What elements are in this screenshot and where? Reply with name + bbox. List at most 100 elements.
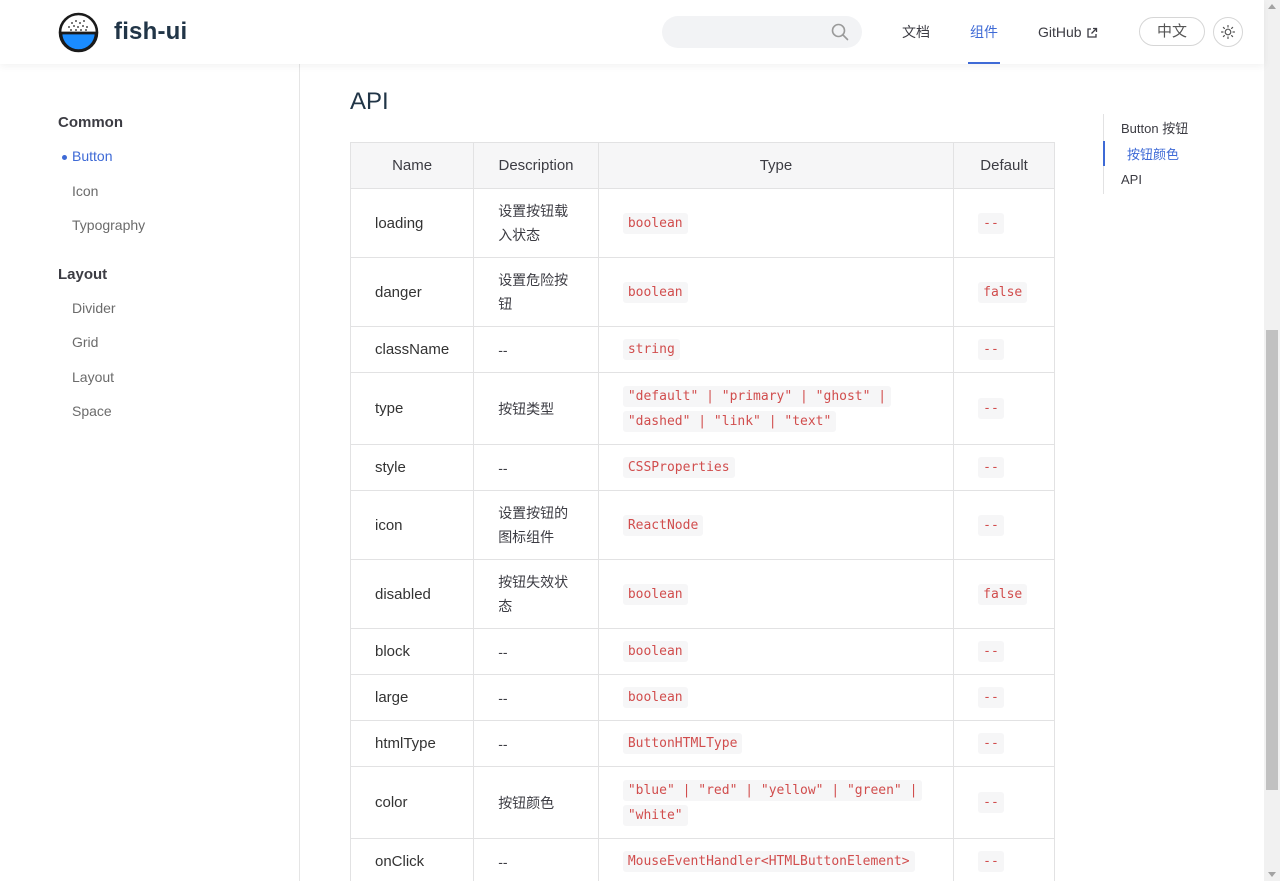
external-link-icon [1086, 27, 1097, 38]
table-row: block -- boolean -- [349, 628, 1055, 675]
sidebar-item-typography[interactable]: Typography [72, 217, 145, 233]
prop-type-cell: boolean [597, 188, 955, 258]
prop-type-code: boolean [622, 583, 688, 605]
prop-name-cell: block [349, 628, 475, 675]
sidebar-item-space[interactable]: Space [72, 403, 112, 419]
prop-default-cell: -- [953, 838, 1055, 881]
table-row: color 按钮颜色 "blue" | "red" | "yellow" | "gr… [349, 766, 1055, 839]
prop-default-code: -- [978, 851, 1004, 872]
prop-description-cell: -- [473, 628, 599, 675]
prop-name-cell: icon [349, 490, 475, 560]
prop-name-cell: className [349, 326, 475, 373]
prop-default-code: -- [978, 641, 1004, 662]
prop-description-cell: -- [473, 838, 599, 881]
prop-name-cell: htmlType [349, 720, 475, 767]
prop-description-cell: -- [473, 326, 599, 373]
scroll-down-arrow-icon[interactable] [1268, 872, 1276, 877]
sidebar-item-layout[interactable]: Layout [72, 369, 114, 385]
search-box[interactable] [662, 16, 862, 48]
sidebar-item-grid[interactable]: Grid [72, 334, 98, 350]
prop-type-cell: MouseEventHandler<HTMLButtonElement> [597, 838, 955, 881]
prop-description-cell: -- [473, 720, 599, 767]
prop-type-cell: "blue" | "red" | "yellow" | "green" | "w… [597, 766, 955, 839]
prop-default-cell: -- [953, 372, 1055, 445]
search-icon[interactable] [831, 23, 849, 41]
table-header-row: Name Description Type Default [349, 142, 1055, 189]
sidebar-item-icon[interactable]: Icon [72, 183, 98, 199]
sidebar: Common Button Icon Typography Layout Div… [0, 64, 300, 881]
prop-type-cell: ReactNode [597, 490, 955, 560]
theme-toggle-button[interactable] [1213, 17, 1243, 47]
prop-type-code: string [622, 339, 680, 360]
column-header-description: Description [473, 142, 599, 189]
prop-default-code: -- [978, 792, 1004, 813]
sidebar-group-layout: Layout [58, 266, 108, 283]
prop-default-code: -- [978, 457, 1004, 478]
scrollbar-thumb[interactable] [1266, 330, 1278, 790]
prop-type-code: boolean [622, 687, 688, 708]
prop-description-cell: 按钮颜色 [473, 766, 599, 839]
prop-description-cell: 设置危险按钮 [473, 257, 599, 327]
sidebar-item-divider[interactable]: Divider [72, 300, 116, 316]
prop-type-cell: boolean [597, 674, 955, 721]
prop-default-cell: false [953, 257, 1055, 327]
prop-type-code: boolean [622, 212, 688, 234]
prop-type-code: ButtonHTMLType [622, 733, 743, 754]
prop-description-cell: 设置按钮载入状态 [473, 188, 599, 258]
prop-name-cell: loading [349, 188, 475, 258]
prop-type-code: "default" | "primary" | "ghost" | "dashe… [622, 385, 892, 432]
table-row: htmlType -- ButtonHTMLType -- [349, 720, 1055, 767]
column-header-name: Name [349, 142, 475, 189]
outline-item-button[interactable]: Button 按钮 [1121, 118, 1188, 137]
sidebar-item-button[interactable]: Button [61, 148, 112, 164]
prop-default-cell: -- [953, 766, 1055, 839]
prop-description-cell: 按钮类型 [473, 372, 599, 445]
nav-github[interactable]: GitHub [1038, 0, 1098, 64]
outline-item-api[interactable]: API [1121, 172, 1142, 187]
prop-type-code: MouseEventHandler<HTMLButtonElement> [622, 851, 915, 872]
prop-type-cell: "default" | "primary" | "ghost" | "dashe… [597, 372, 955, 445]
prop-name-cell: large [349, 674, 475, 721]
prop-default-cell: false [953, 559, 1055, 629]
prop-type-cell: string [597, 326, 955, 373]
outline-item-button-color[interactable]: 按钮颜色 [1127, 144, 1179, 163]
fish-ui-logo-icon[interactable] [58, 12, 99, 53]
prop-default-cell: -- [953, 188, 1055, 258]
language-switch-button[interactable]: 中文 [1139, 17, 1205, 46]
prop-name-cell: type [349, 372, 475, 445]
prop-description-cell: -- [473, 674, 599, 721]
prop-default-cell: -- [953, 444, 1055, 491]
prop-description-cell: 按钮失效状态 [473, 559, 599, 629]
prop-default-code: false [978, 281, 1028, 303]
vertical-scrollbar[interactable] [1264, 0, 1280, 881]
table-row: style -- CSSProperties -- [349, 444, 1055, 491]
prop-type-code: CSSProperties [622, 457, 735, 478]
column-header-default: Default [953, 142, 1055, 189]
scroll-up-arrow-icon[interactable] [1268, 4, 1276, 9]
table-row: disabled 按钮失效状态 boolean false [349, 559, 1055, 629]
prop-type-cell: boolean [597, 559, 955, 629]
prop-name-cell: onClick [349, 838, 475, 881]
nav-components[interactable]: 组件 [968, 0, 1000, 64]
prop-default-cell: -- [953, 720, 1055, 767]
table-row: className -- string -- [349, 326, 1055, 373]
sidebar-group-common: Common [58, 114, 123, 131]
prop-name-cell: disabled [349, 559, 475, 629]
page-outline: Button 按钮 按钮颜色 API [1103, 114, 1223, 194]
prop-type-code: ReactNode [622, 514, 704, 536]
prop-type-code: boolean [622, 281, 688, 303]
top-navbar: fish-ui 文档 组件 GitHub 中文 [0, 0, 1264, 64]
prop-default-code: -- [978, 398, 1004, 419]
prop-default-code: -- [978, 514, 1004, 536]
prop-name-cell: style [349, 444, 475, 491]
prop-default-code: -- [978, 733, 1004, 754]
prop-description-cell: 设置按钮的图标组件 [473, 490, 599, 560]
prop-default-code: false [978, 583, 1028, 605]
prop-type-cell: CSSProperties [597, 444, 955, 491]
column-header-type: Type [597, 142, 955, 189]
table-row: type 按钮类型 "default" | "primary" | "ghost" … [349, 372, 1055, 445]
nav-docs[interactable]: 文档 [902, 0, 930, 64]
table-row: danger 设置危险按钮 boolean false [349, 257, 1055, 327]
outline-active-marker [1103, 141, 1105, 166]
site-title[interactable]: fish-ui [114, 18, 187, 46]
